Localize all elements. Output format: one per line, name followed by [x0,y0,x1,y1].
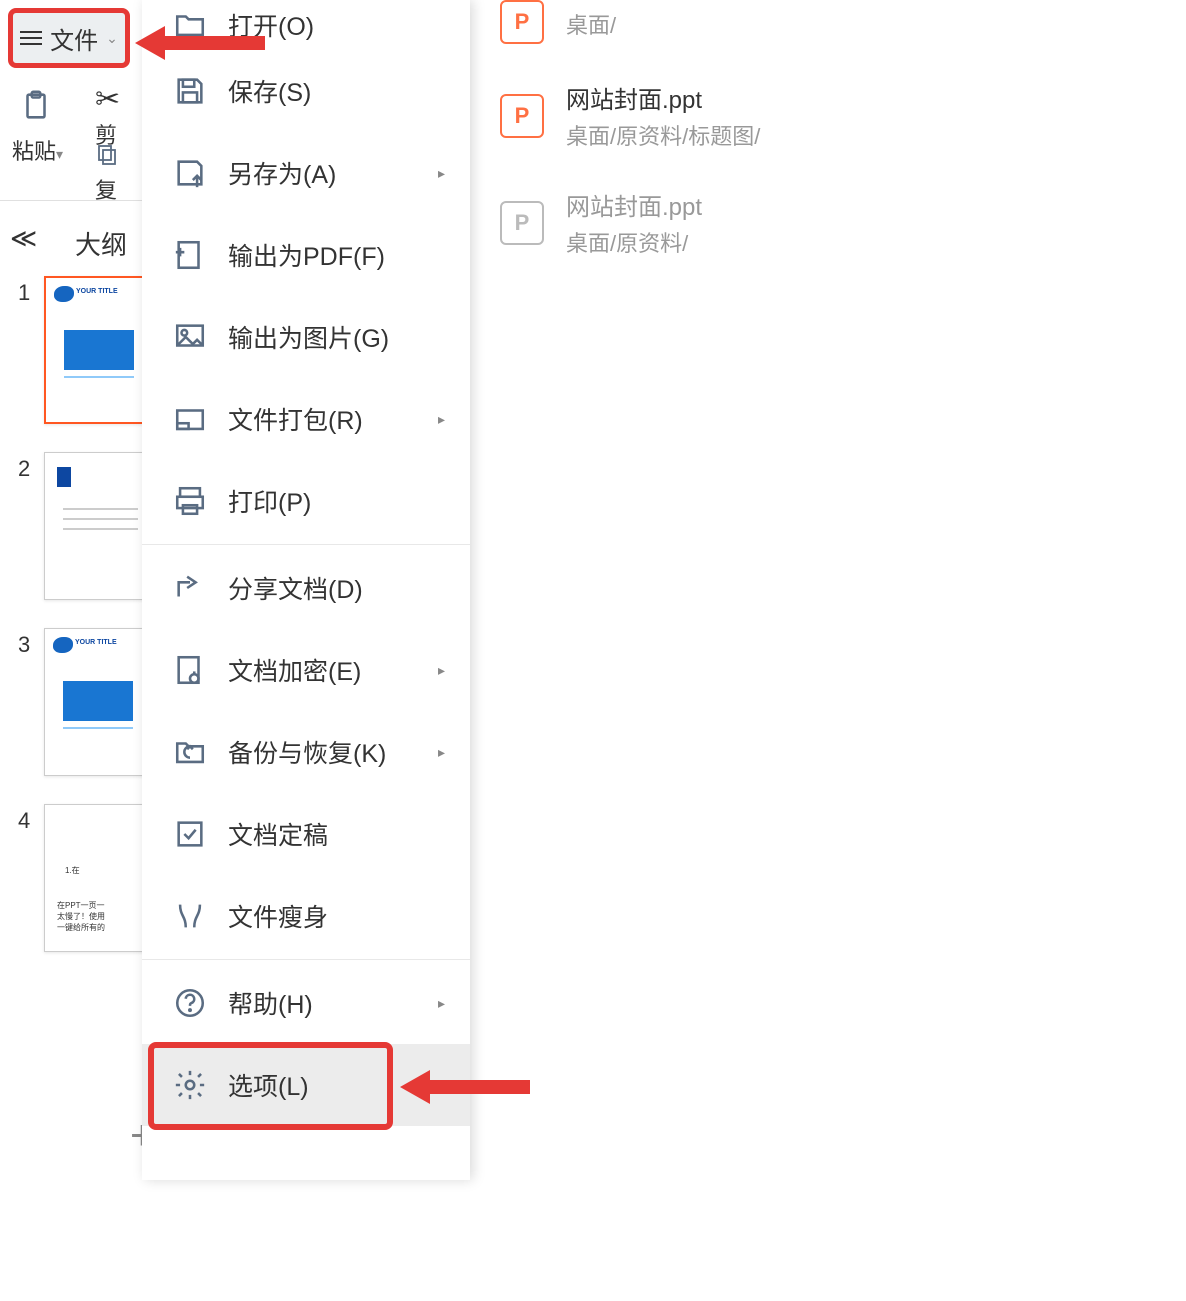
toolbar: 文件 ⌄ 粘贴▾ ✂ 剪 复 [0,0,142,195]
chevron-right-icon: ▸ [438,995,445,1012]
slide-thumbnail-2[interactable] [44,452,149,600]
package-icon [172,401,208,437]
pdf-icon [172,237,208,273]
thumbnail-item[interactable]: 1 YOUR TITLE [18,276,149,424]
menu-print[interactable]: 打印(P) [142,460,470,542]
menu-help[interactable]: 帮助(H) ▸ [142,962,470,1044]
menu-encrypt[interactable]: 文档加密(E) ▸ [142,629,470,711]
menu-export-pdf[interactable]: 输出为PDF(F) [142,214,470,296]
menu-backup[interactable]: 备份与恢复(K) ▸ [142,711,470,793]
recent-file-item[interactable]: P 网站封面.ppt 桌面/原资料/标题图/ [470,62,1186,169]
share-icon [172,570,208,606]
outline-tab[interactable]: 大纲 [75,225,127,262]
backup-icon [172,734,208,770]
cut-button[interactable]: ✂ 剪 [95,82,142,151]
menu-package[interactable]: 文件打包(R) ▸ [142,378,470,460]
file-menu: 打开(O) 保存(S) 另存为(A) ▸ 输出为PDF(F) 输出为图片(G) … [142,0,470,1180]
chevron-right-icon: ▸ [438,411,445,428]
hamburger-icon [20,31,42,45]
image-icon [172,319,208,355]
recent-file-item[interactable]: P 桌面/ [470,0,1186,62]
slide-thumbnail-4[interactable]: 1.在 在PPT一页一 太慢了！使用 一键给所有的 [44,804,149,952]
thumbnail-list: 1 YOUR TITLE 2 3 YOUR TITLE [18,276,149,980]
menu-share[interactable]: 分享文档(D) [142,547,470,629]
menu-saveas[interactable]: 另存为(A) ▸ [142,132,470,214]
ppt-icon: P [500,201,544,245]
annotation-arrow-2 [400,1062,540,1117]
chevron-right-icon: ▸ [438,744,445,761]
print-icon [172,483,208,519]
saveas-icon [172,155,208,191]
paste-button[interactable]: 粘贴▾ [12,82,63,166]
menu-slim[interactable]: 文件瘦身 [142,875,470,957]
file-menu-button[interactable]: 文件 ⌄ [8,8,130,68]
menu-export-image[interactable]: 输出为图片(G) [142,296,470,378]
compress-icon [172,898,208,934]
chevron-right-icon: ▸ [438,165,445,182]
ppt-icon: P [500,0,544,44]
thumbnail-item[interactable]: 4 1.在 在PPT一页一 太慢了！使用 一键给所有的 [18,804,149,952]
recent-file-item[interactable]: P 网站封面.ppt 桌面/原资料/ [470,169,1186,276]
collapse-button[interactable]: ≪ [10,223,37,254]
menu-finalize[interactable]: 文档定稿 [142,793,470,875]
clipboard-icon [12,82,60,130]
file-label: 文件 [50,21,98,56]
slide-thumbnail-3[interactable]: YOUR TITLE [44,628,149,776]
annotation-arrow-1 [135,18,275,73]
gear-icon [172,1067,208,1103]
chevron-down-icon: ⌄ [106,30,118,47]
slide-thumbnail-1[interactable]: YOUR TITLE [44,276,149,424]
thumbnail-item[interactable]: 2 [18,452,149,600]
slide-sidebar: ≪ 大纲 1 YOUR TITLE 2 3 YOUR TITLE [0,200,165,1300]
chevron-right-icon: ▸ [438,662,445,679]
save-icon [172,73,208,109]
check-icon [172,816,208,852]
copy-button[interactable]: 复 [95,142,142,205]
help-icon [172,985,208,1021]
ppt-icon: P [500,94,544,138]
thumbnail-item[interactable]: 3 YOUR TITLE [18,628,149,776]
lock-icon [172,652,208,688]
recent-files: P 桌面/ P 网站封面.ppt 桌面/原资料/标题图/ P 网站封面.ppt … [470,0,1186,276]
